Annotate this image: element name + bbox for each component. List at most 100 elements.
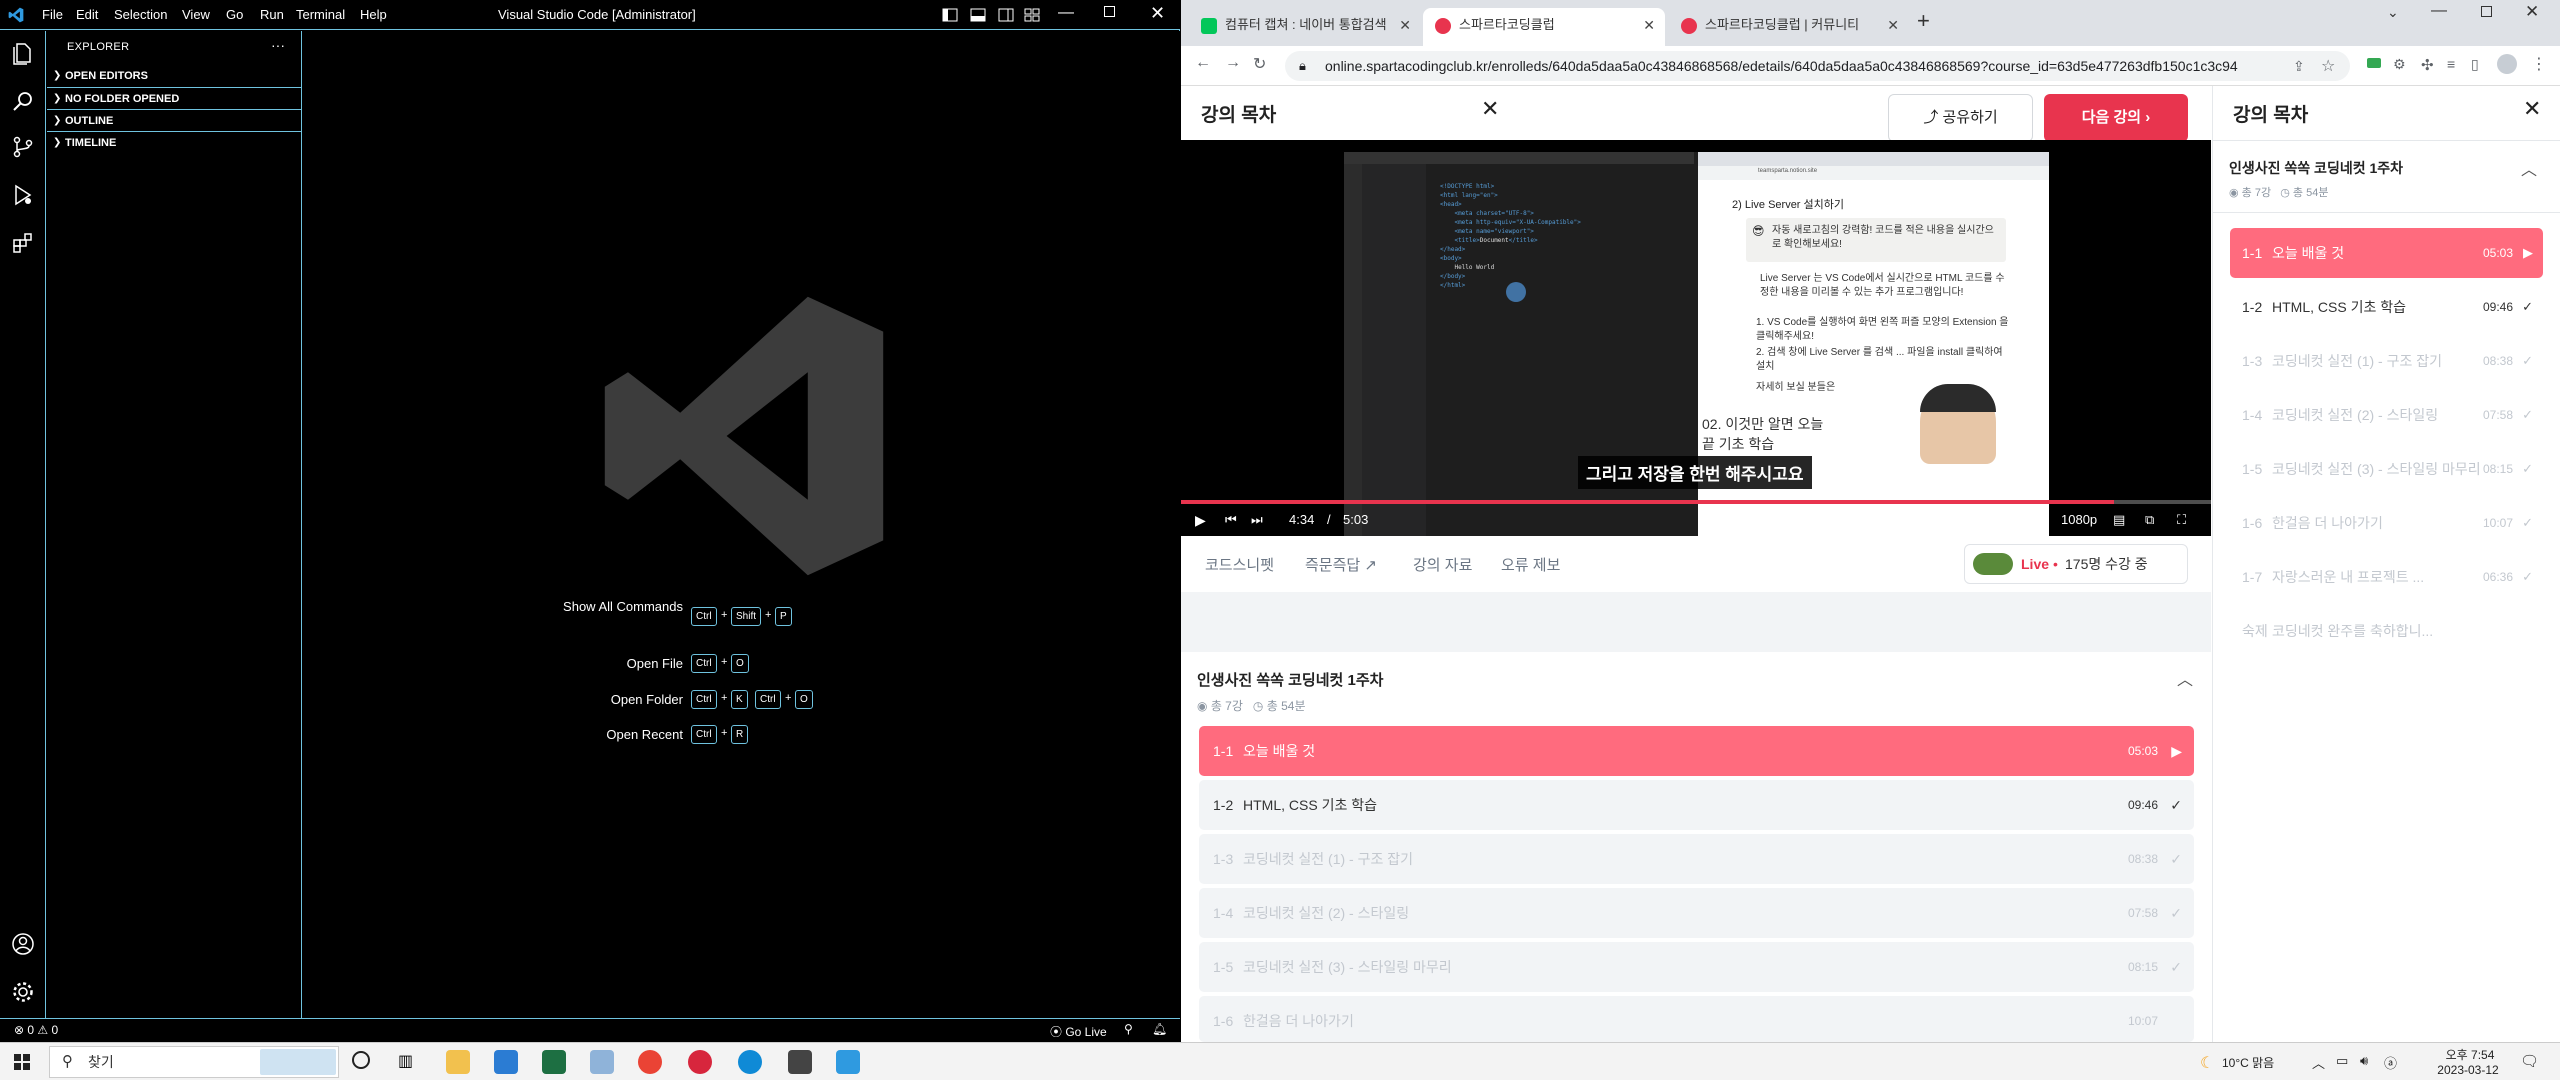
lesson-item[interactable]: 1-2 HTML, CSS 기초 학습 09:46 ✓ <box>1199 780 2194 830</box>
extension-icon-2[interactable]: ⚙ <box>2393 56 2406 73</box>
tray-chevron-icon[interactable]: ︿ <box>2312 1053 2325 1072</box>
menu-run[interactable]: Run <box>260 0 284 30</box>
tool-materials[interactable]: 강의 자료 <box>1413 554 1472 575</box>
toggle-sidebar-icon[interactable] <box>942 8 958 22</box>
cortana-icon[interactable] <box>352 1051 370 1069</box>
collapse-chevron-icon[interactable]: ︿ <box>2177 666 2193 690</box>
maximize-icon[interactable] <box>2481 6 2492 17</box>
toc-lesson-item[interactable]: 1-3 코딩네컷 실전 (1) - 구조 잡기 08:38 ✓ <box>2230 336 2543 386</box>
toc-lesson-item[interactable]: 1-4 코딩네컷 실전 (2) - 스타일링 07:58 ✓ <box>2230 390 2543 440</box>
close-icon[interactable]: ✕ <box>1150 3 1165 24</box>
chrome-taskbar-icon[interactable] <box>638 1050 662 1074</box>
extensions-puzzle-icon[interactable]: ✣ <box>2421 56 2434 74</box>
customize-layout-icon[interactable] <box>1024 8 1040 22</box>
extensions-icon[interactable] <box>11 231 35 255</box>
calculator-icon[interactable] <box>788 1050 812 1074</box>
toc-lesson-item[interactable]: 숙제 코딩네컷 완주를 축하합니... <box>2230 606 2543 656</box>
close-panel-icon[interactable]: ✕ <box>2523 96 2541 122</box>
bookmark-star-icon[interactable]: ☆ <box>2321 56 2335 76</box>
speed-button[interactable]: 1x <box>2031 512 2045 527</box>
tab-close-icon[interactable]: ✕ <box>1643 8 1655 42</box>
windows-start-icon[interactable] <box>14 1054 30 1070</box>
task-view-icon[interactable]: ▥ <box>398 1051 413 1071</box>
prev-lesson-icon[interactable]: ⏮ <box>1225 512 1237 528</box>
menu-go[interactable]: Go <box>226 0 243 30</box>
toc-lesson-item[interactable]: 1-1 오늘 배울 것 05:03 ▶ <box>2230 228 2543 278</box>
quality-button[interactable]: 1080p <box>2061 512 2097 527</box>
reload-icon[interactable]: ↻ <box>1253 54 1266 74</box>
video-player[interactable]: <!DOCTYPE html> <html lang="en"> <head> … <box>1181 140 2211 536</box>
search-icon[interactable] <box>11 89 35 113</box>
accounts-status-icon[interactable]: ⚲ <box>1124 1022 1133 1036</box>
problems-indicator[interactable]: ⊗ 0 ⚠ 0 <box>14 1023 58 1037</box>
toc-lesson-item[interactable]: 1-6 한걸음 더 나아가기 10:07 ✓ <box>2230 498 2543 548</box>
excel-icon[interactable] <box>542 1050 566 1074</box>
volume-slider[interactable] <box>1941 519 2011 522</box>
close-icon[interactable]: ✕ <box>2525 2 2539 22</box>
minimize-icon[interactable]: — <box>2431 2 2447 20</box>
section-outline[interactable]: ❯ OUTLINE <box>47 109 302 131</box>
manage-gear-icon[interactable] <box>11 980 35 1004</box>
toc-lesson-item[interactable]: 1-7 자랑스러운 내 프로젝트 ... 06:36 ✓ <box>2230 552 2543 602</box>
source-control-icon[interactable] <box>11 135 35 159</box>
maximize-icon[interactable] <box>1104 6 1115 17</box>
pip-icon[interactable]: ⧉ <box>2145 512 2154 528</box>
tool-qna[interactable]: 즉문즉답 ↗ <box>1305 554 1377 575</box>
notifications-bell-icon[interactable]: 🔔︎ <box>1152 1022 1167 1036</box>
share-page-icon[interactable]: ⇪ <box>2293 58 2305 75</box>
lesson-item[interactable]: 1-6 한걸음 더 나아가기 10:07 <box>1199 996 2194 1042</box>
side-panel-icon[interactable]: ▯ <box>2471 56 2479 73</box>
edge-icon[interactable] <box>738 1050 762 1074</box>
account-icon[interactable] <box>11 932 35 956</box>
toggle-panel-icon[interactable] <box>970 8 986 22</box>
tab-close-icon[interactable]: ✕ <box>1887 8 1899 42</box>
tab-sparta-community[interactable]: 스파르타코딩클럽 | 커뮤니티 ✕ <box>1669 8 1909 46</box>
section-no-folder[interactable]: ❯ NO FOLDER OPENED <box>47 87 302 109</box>
vscode-taskbar-icon[interactable] <box>836 1050 860 1074</box>
lesson-item[interactable]: 1-1 오늘 배울 것 05:03 ▶ <box>1199 726 2194 776</box>
next-lesson-icon[interactable]: ⏭ <box>1251 512 1263 528</box>
chrome-menu-icon[interactable]: ⋮ <box>2531 54 2547 74</box>
captions-icon[interactable]: ▤ <box>2113 512 2125 528</box>
app-icon-blue[interactable] <box>494 1050 518 1074</box>
tab-search-chevron-icon[interactable]: ⌄ <box>2387 4 2399 21</box>
section-timeline[interactable]: ❯ TIMELINE <box>47 131 302 153</box>
menu-file[interactable]: File <box>42 0 63 30</box>
tool-report-error[interactable]: 오류 제보 <box>1501 554 1560 575</box>
tab-sparta[interactable]: 스파르타코딩클럽 ✕ <box>1423 8 1665 46</box>
close-toc-icon[interactable]: ✕ <box>1481 96 1499 122</box>
share-button[interactable]: ⤴ 공유하기 <box>1888 94 2033 142</box>
menu-view[interactable]: View <box>182 0 210 30</box>
toc-lesson-item[interactable]: 1-5 코딩네컷 실전 (3) - 스타일링 마무리 08:15 ✓ <box>2230 444 2543 494</box>
fullscreen-icon[interactable]: ⛶ <box>2177 512 2186 528</box>
opera-icon[interactable] <box>688 1050 712 1074</box>
menu-terminal[interactable]: Terminal <box>296 0 345 30</box>
menu-help[interactable]: Help <box>360 0 387 30</box>
menu-edit[interactable]: Edit <box>76 0 98 30</box>
lesson-item[interactable]: 1-3 코딩네컷 실전 (1) - 구조 잡기 08:38 ✓ <box>1199 834 2194 884</box>
profile-avatar[interactable] <box>2497 54 2517 74</box>
extension-green-icon[interactable] <box>2367 58 2381 68</box>
new-tab-button[interactable]: + <box>1917 8 1930 34</box>
forward-arrow-icon[interactable]: → <box>1225 54 1241 72</box>
volume-tray-icon[interactable]: 🔊︎ <box>2360 1053 2368 1069</box>
clock-date[interactable]: 2023-03-12 <box>2430 1063 2506 1077</box>
section-open-editors[interactable]: ❯ OPEN EDITORS <box>47 65 302 87</box>
lesson-item[interactable]: 1-5 코딩네컷 실전 (3) - 스타일링 마무리 08:15 ✓ <box>1199 942 2194 992</box>
taskbar-search-input[interactable]: ⚲ 찾기 <box>49 1046 339 1078</box>
more-actions-icon[interactable]: ··· <box>271 37 285 53</box>
reading-list-icon[interactable]: ≡ <box>2447 56 2455 72</box>
collapse-chevron-icon[interactable]: ︿ <box>2521 156 2537 180</box>
go-live-button[interactable]: ⦿ Go Live <box>1050 1023 1107 1040</box>
toggle-secondary-sidebar-icon[interactable] <box>998 8 1014 22</box>
next-lecture-button[interactable]: 다음 강의 › <box>2044 94 2188 142</box>
run-debug-icon[interactable] <box>11 183 35 207</box>
ime-icon[interactable]: ⓐ <box>2384 1053 2397 1072</box>
toc-lesson-item[interactable]: 1-2 HTML, CSS 기초 학습 09:46 ✓ <box>2230 282 2543 332</box>
notification-center-icon[interactable]: 🗨︎ <box>2520 1052 2539 1070</box>
minimize-icon[interactable]: — <box>1058 4 1074 22</box>
network-icon[interactable]: ▭ <box>2336 1053 2348 1069</box>
play-icon[interactable]: ▶ <box>1195 512 1206 529</box>
volume-icon[interactable]: 🔊︎ <box>1917 512 1925 528</box>
explorer-icon[interactable] <box>11 41 35 65</box>
